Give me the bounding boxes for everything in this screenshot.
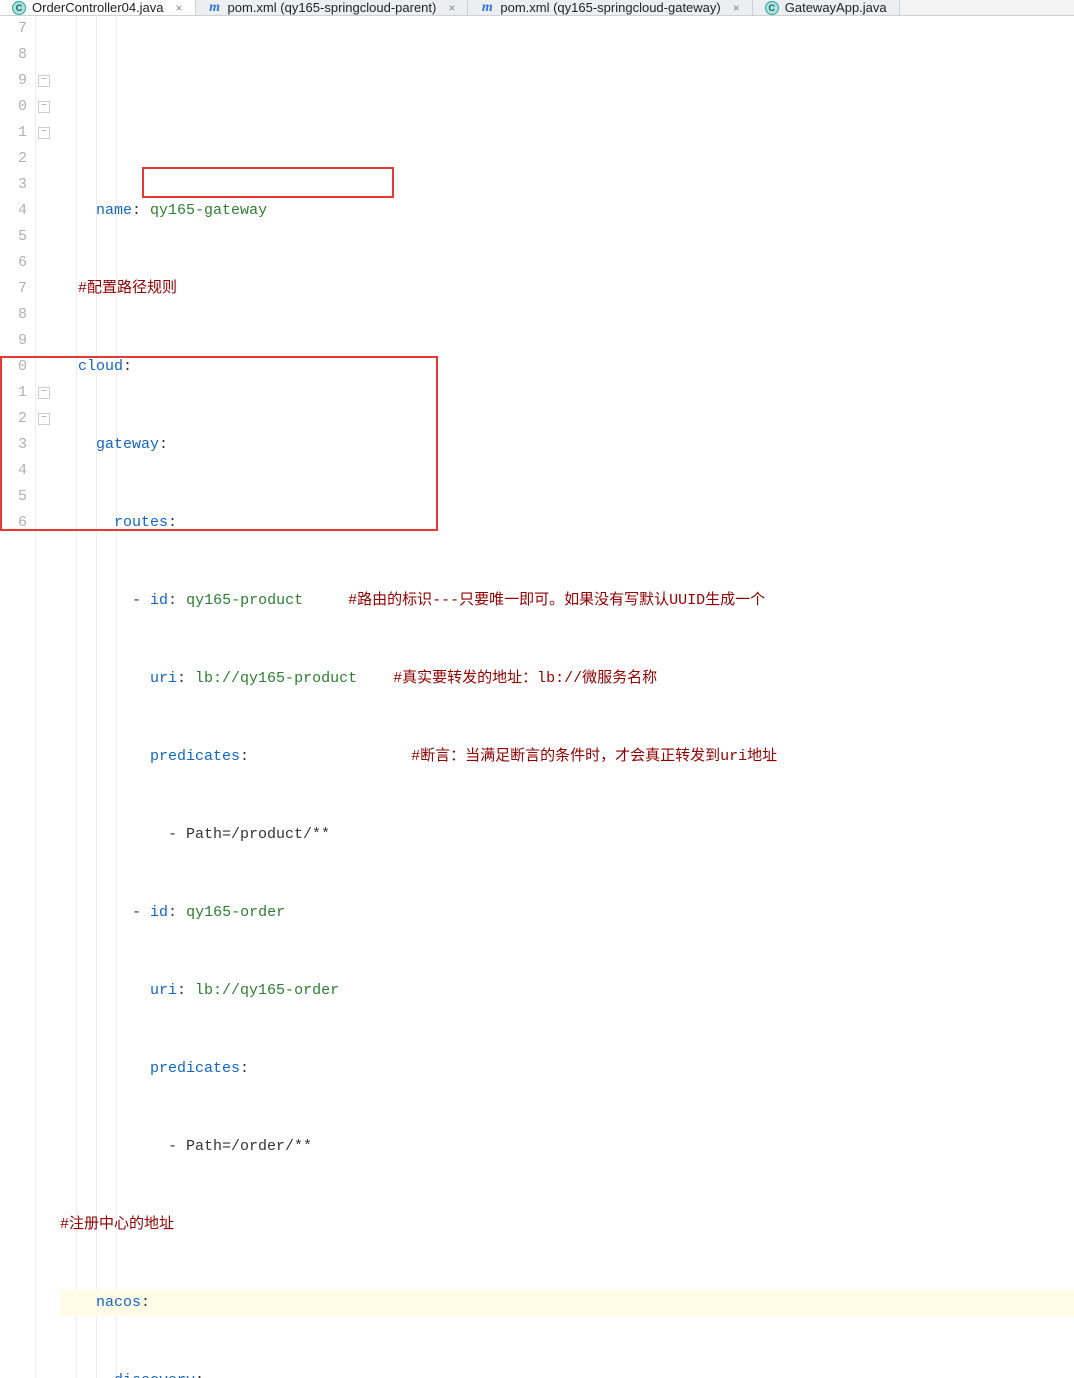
maven-icon: m xyxy=(208,1,222,15)
code-line[interactable]: uri: lb://qy165-order xyxy=(60,978,1074,1004)
tab-label: pom.xml (qy165-springcloud-parent) xyxy=(228,0,437,15)
editor-area[interactable]: 7890 1234 5678 9012 3456 − − − − − name:… xyxy=(0,16,1074,1378)
code-line-current[interactable]: nacos: xyxy=(60,1290,1074,1316)
code-line[interactable]: name: qy165-gateway xyxy=(60,198,1074,224)
tab-ordercontroller04[interactable]: C OrderController04.java × xyxy=(0,0,196,15)
tab-label: OrderController04.java xyxy=(32,0,164,15)
code-line[interactable]: - id: qy165-product #路由的标识---只要唯一即可。如果没有… xyxy=(60,588,1074,614)
tab-gatewayapp[interactable]: C GatewayApp.java xyxy=(753,0,900,15)
code-line[interactable]: predicates: #断言：当满足断言的条件时，才会真正转发到uri地址 xyxy=(60,744,1074,770)
code-line[interactable]: predicates: xyxy=(60,1056,1074,1082)
tab-pom-parent[interactable]: m pom.xml (qy165-springcloud-parent) × xyxy=(196,0,469,15)
code-line[interactable]: #配置路径规则 xyxy=(60,276,1074,302)
line-number-gutter: 7890 1234 5678 9012 3456 xyxy=(0,16,36,1378)
fold-icon[interactable]: − xyxy=(38,101,50,113)
class-icon: C xyxy=(12,1,26,15)
tab-label: GatewayApp.java xyxy=(785,0,887,15)
annotation-box-nacos xyxy=(0,356,438,531)
code-line[interactable]: discovery: xyxy=(60,1368,1074,1378)
code-line[interactable]: - Path=/order/** xyxy=(60,1134,1074,1160)
code-line[interactable]: #注册中心的地址 xyxy=(60,1212,1074,1238)
tab-pom-gateway[interactable]: m pom.xml (qy165-springcloud-gateway) × xyxy=(468,0,752,15)
close-icon[interactable]: × xyxy=(448,1,455,15)
code-line[interactable]: uri: lb://qy165-product #真实要转发的地址：lb://微… xyxy=(60,666,1074,692)
code-line[interactable]: - Path=/product/** xyxy=(60,822,1074,848)
editor-tabs: C OrderController04.java × m pom.xml (qy… xyxy=(0,0,1074,16)
tab-label: pom.xml (qy165-springcloud-gateway) xyxy=(500,0,720,15)
fold-icon[interactable]: − xyxy=(38,127,50,139)
annotation-box-uri xyxy=(142,167,394,198)
fold-icon[interactable]: − xyxy=(38,75,50,87)
close-icon[interactable]: × xyxy=(733,1,740,15)
code-line[interactable]: - id: qy165-order xyxy=(60,900,1074,926)
class-icon: C xyxy=(765,1,779,15)
fold-column: − − − − − xyxy=(36,16,56,1378)
maven-icon: m xyxy=(480,1,494,15)
close-icon[interactable]: × xyxy=(176,1,183,15)
code-content[interactable]: name: qy165-gateway #配置路径规则 cloud: gatew… xyxy=(56,16,1074,1378)
